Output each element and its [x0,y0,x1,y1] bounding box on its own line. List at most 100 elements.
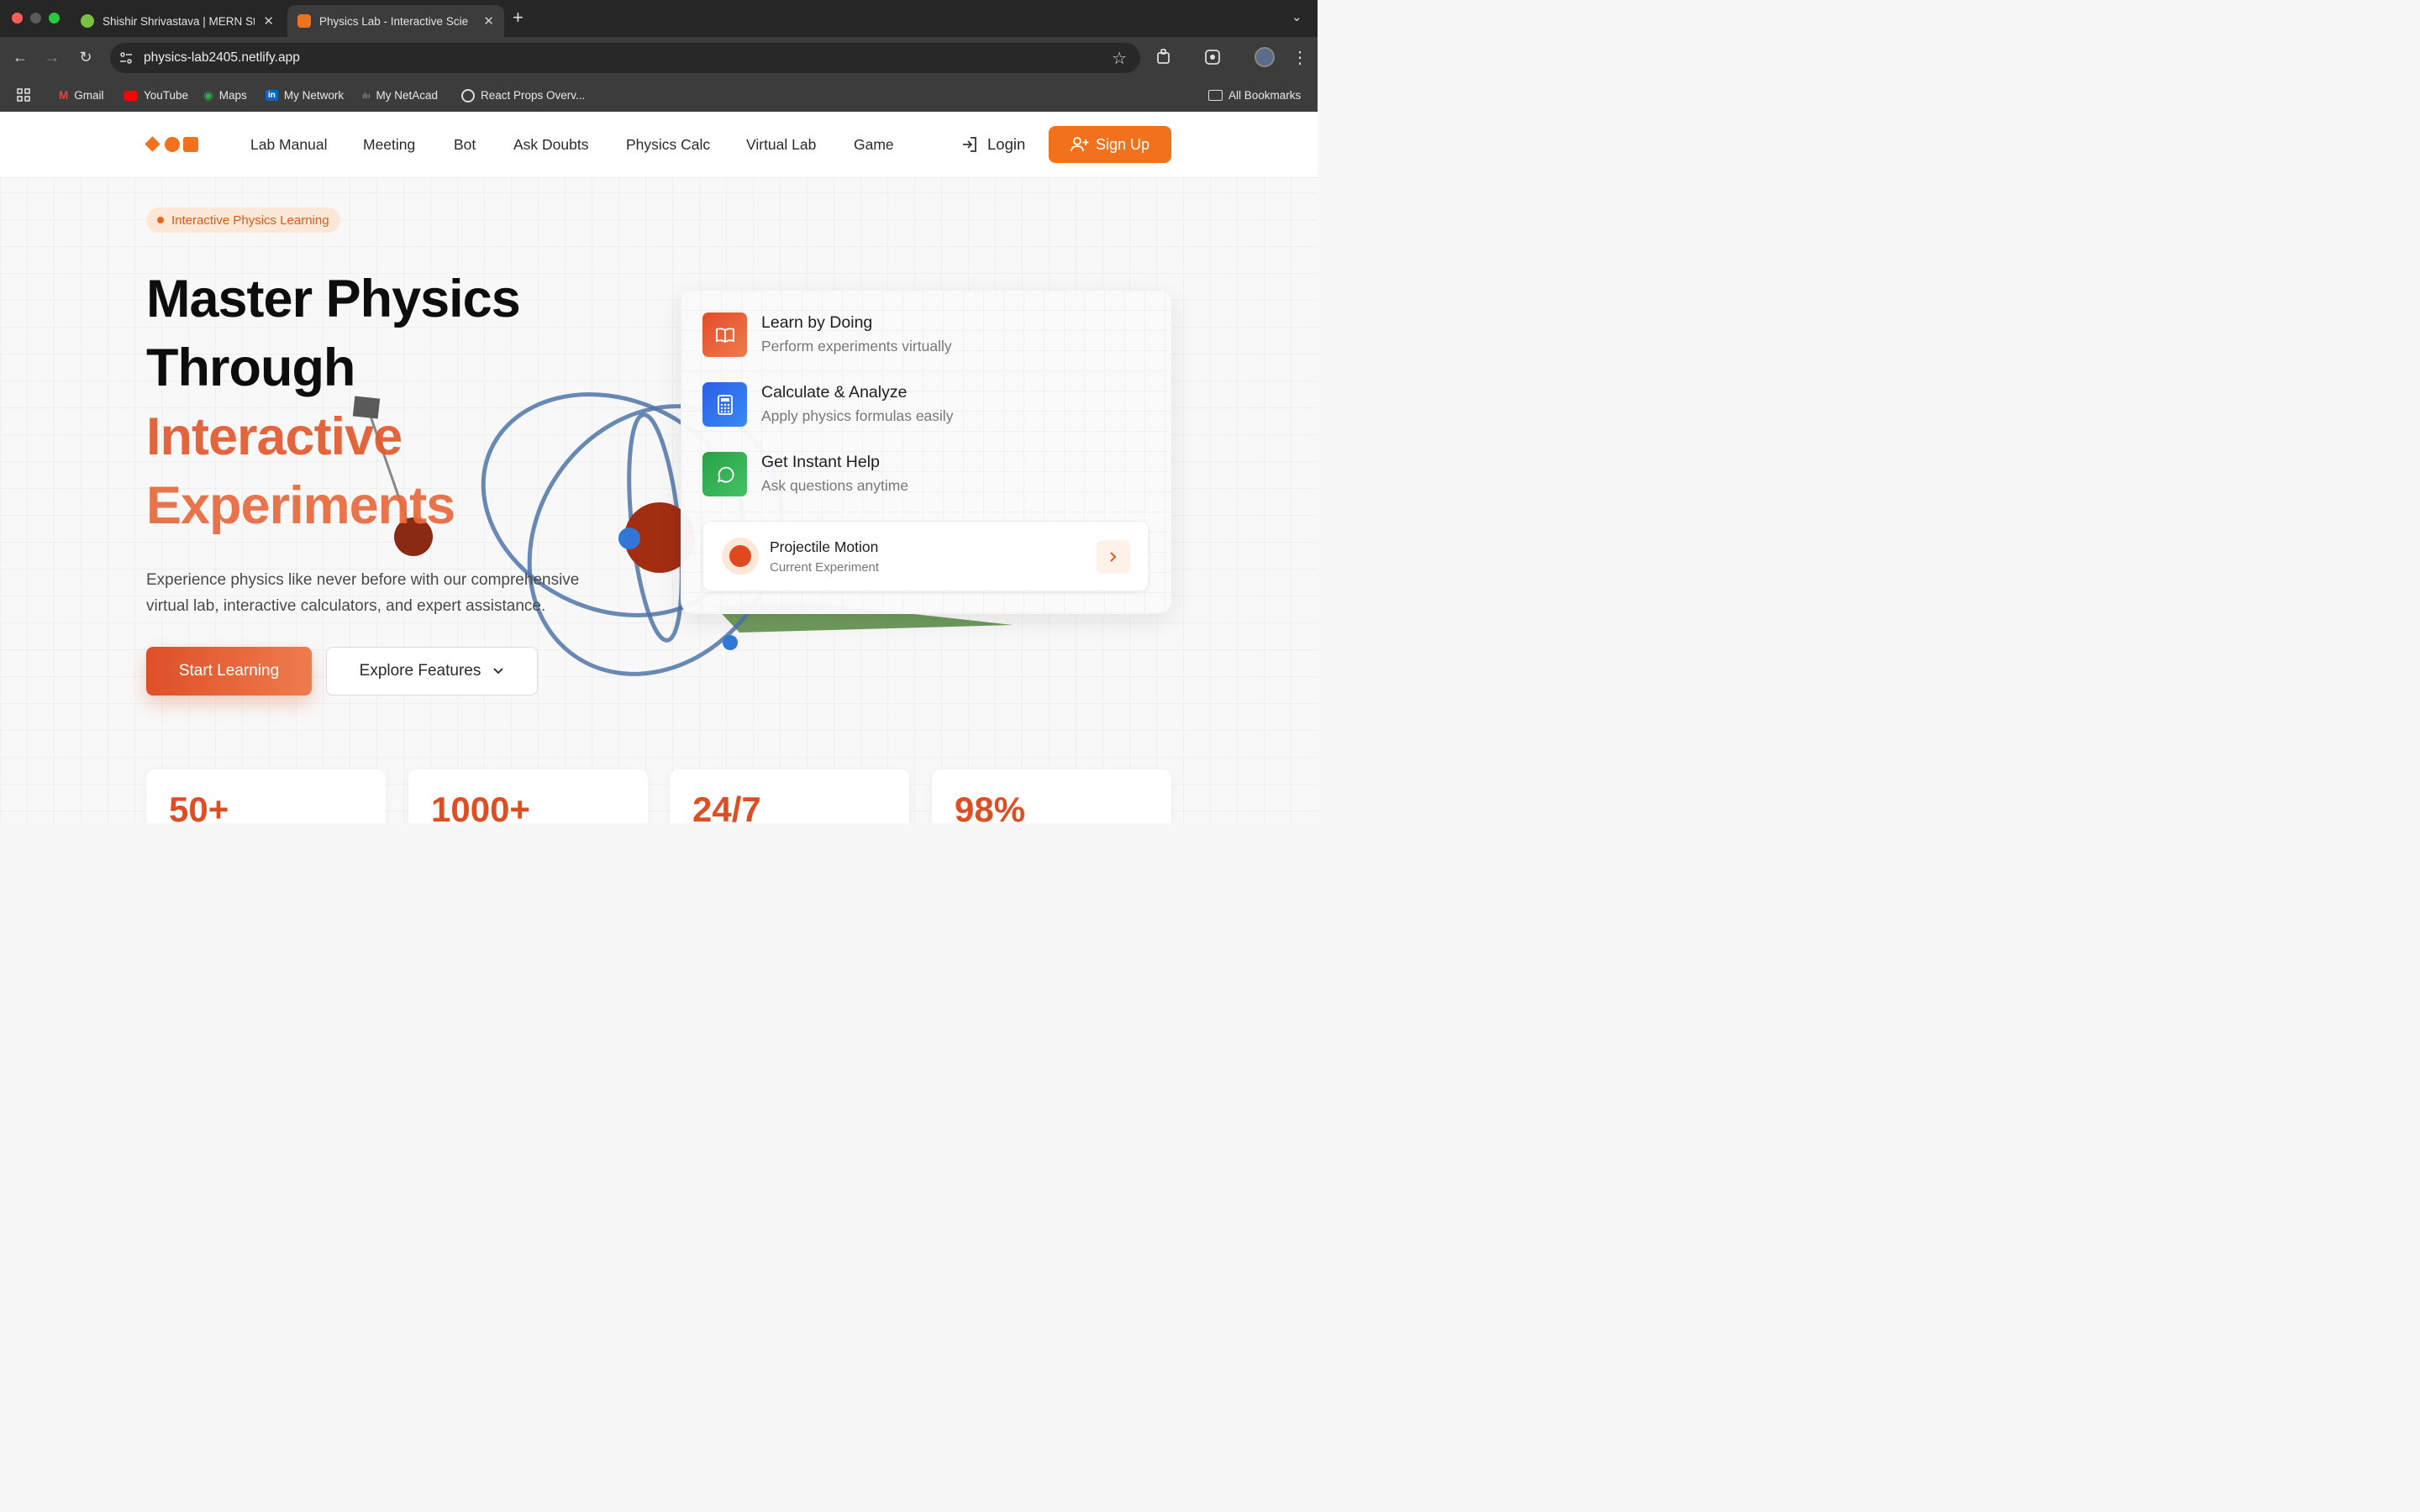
nav-physics-calc[interactable]: Physics Calc [626,136,710,154]
page-content: Lab Manual Meeting Bot Ask Doubts Physic… [0,112,1318,823]
feature-subtitle: Apply physics formulas easily [761,407,954,424]
chevron-down-icon [493,668,504,675]
book-icon [702,312,747,357]
bookmark-label: React Props Overv... [481,89,586,102]
stat-card: 1000+ [408,769,648,823]
nav-game[interactable]: Game [854,136,894,154]
login-label: Login [987,135,1026,153]
tab-portfolio[interactable]: Shishir Shrivastava | MERN St ✕ [71,5,284,37]
tab-physics-lab[interactable]: Physics Lab - Interactive Scie ✕ [287,5,504,37]
feature-subtitle: Ask questions anytime [761,477,909,494]
feature-subtitle: Perform experiments virtually [761,338,952,354]
maps-pin-icon: ◉ [203,88,213,102]
bookmark-react-props[interactable]: React Props Overv... [461,88,586,102]
bookmark-label: My NetAcad [376,89,439,102]
openai-icon [461,88,475,102]
stat-card: 98% [932,769,1171,823]
chat-icon [702,452,747,496]
login-button[interactable]: Login [960,135,1025,154]
site-logo[interactable] [145,136,202,153]
current-experiment-card[interactable]: Projectile Motion Current Experiment [702,521,1149,591]
nav-bot[interactable]: Bot [454,136,476,154]
url-text: physics-lab2405.netlify.app [144,50,300,65]
signup-label: Sign Up [1095,135,1150,153]
browser-chrome: Shishir Shrivastava | MERN St ✕ Physics … [0,0,1318,112]
badge-interactive-learning: Interactive Physics Learning [146,207,340,233]
experiment-title: Projectile Motion [770,538,879,555]
tab-title: Physics Lab - Interactive Scie [319,14,469,28]
menu-kebab-icon[interactable]: ⋮ [1292,47,1308,68]
login-icon [963,137,976,152]
close-tab-icon[interactable]: ✕ [263,13,274,29]
hero-description: Experience physics like never before wit… [146,571,580,615]
hero-title-line4: Experiments [146,476,455,535]
close-window-button[interactable] [12,13,23,24]
explore-features-button[interactable]: Explore Features [326,647,538,696]
back-arrow-icon[interactable]: ← [10,47,30,67]
profile-avatar[interactable] [1255,47,1275,67]
explore-features-label: Explore Features [359,662,481,680]
site-settings-icon[interactable] [118,50,134,66]
hero-title-line2: Through [146,339,355,397]
stat-card: 50+ [146,769,386,823]
bookmark-label: Gmail [74,89,104,102]
calculator-icon [702,382,747,427]
bookmark-star-icon[interactable]: ☆ [1112,48,1127,69]
bookmark-label: Maps [218,89,247,102]
maximize-window-button[interactable] [49,13,60,24]
extensions-icon[interactable] [1155,48,1173,66]
hero-title-line1: Master Physics [146,270,521,328]
new-tab-button[interactable]: + [513,7,523,29]
feature-title: Learn by Doing [761,313,873,332]
close-tab-icon[interactable]: ✕ [483,13,494,29]
cisco-icon: ılıı [362,91,371,100]
nav-virtual-lab[interactable]: Virtual Lab [746,136,816,154]
bookmark-label: My Network [283,89,345,102]
bookmark-maps[interactable]: ◉ Maps [203,89,247,102]
tab-search-chevron-icon[interactable]: ⌄ [1292,9,1302,24]
feature-title: Calculate & Analyze [761,383,908,402]
bookmarks-bar: M Gmail YouTube ◉ Maps in My Network ılıı My… [0,79,1318,112]
electron [618,528,640,549]
screenshot-lens-icon[interactable] [1203,48,1222,66]
user-plus-icon [1071,137,1089,152]
browser-toolbar: ← → ↻ physics-lab2405.netlify.app ☆ ⋮ [0,37,1318,79]
address-bar[interactable]: physics-lab2405.netlify.app ☆ [110,43,1140,73]
minimize-window-button[interactable] [30,13,41,24]
chevron-right-icon[interactable] [1097,540,1130,574]
experiment-icon [722,538,759,575]
folder-icon [1208,90,1223,101]
start-learning-button[interactable]: Start Learning [146,647,312,696]
signup-button[interactable]: Sign Up [1049,126,1171,163]
tab-bar: Shishir Shrivastava | MERN St ✕ Physics … [0,0,1318,37]
all-bookmarks[interactable]: All Bookmarks [1208,89,1301,102]
apps-grid-icon[interactable] [17,88,30,102]
bookmark-label: All Bookmarks [1228,89,1302,102]
nav-ask-doubts[interactable]: Ask Doubts [513,136,588,154]
feature-title: Get Instant Help [761,453,880,471]
gmail-icon: M [59,89,69,102]
nav-lab-manual[interactable]: Lab Manual [250,136,327,154]
reload-icon[interactable]: ↻ [76,47,96,67]
linkedin-icon: in [266,90,278,101]
features-card: Learn by Doing Perform experiments virtu… [681,290,1171,614]
electron [723,635,738,650]
experiment-label: Current Experiment [770,560,880,575]
nav-meeting[interactable]: Meeting [363,136,415,154]
forward-arrow-icon[interactable]: → [42,47,62,67]
hero-title-line3: Interactive [146,407,402,466]
favicon-icon [81,14,94,28]
stat-card: 24/7 [670,769,909,823]
bookmark-gmail[interactable]: M Gmail [59,89,104,102]
bookmark-label: YouTube [144,89,189,102]
youtube-icon [124,90,138,101]
bookmark-my-netacad[interactable]: ılıı My NetAcad [362,89,438,102]
stat-value: 1000+ [431,790,530,823]
bookmark-my-network[interactable]: in My Network [266,89,344,102]
tab-title: Shishir Shrivastava | MERN St [103,14,255,28]
stat-value: 50+ [169,790,229,823]
stat-value: 98% [955,790,1026,823]
bookmark-youtube[interactable]: YouTube [124,89,188,102]
site-navbar: Lab Manual Meeting Bot Ask Doubts Physic… [0,112,1318,178]
favicon-icon [297,14,311,28]
